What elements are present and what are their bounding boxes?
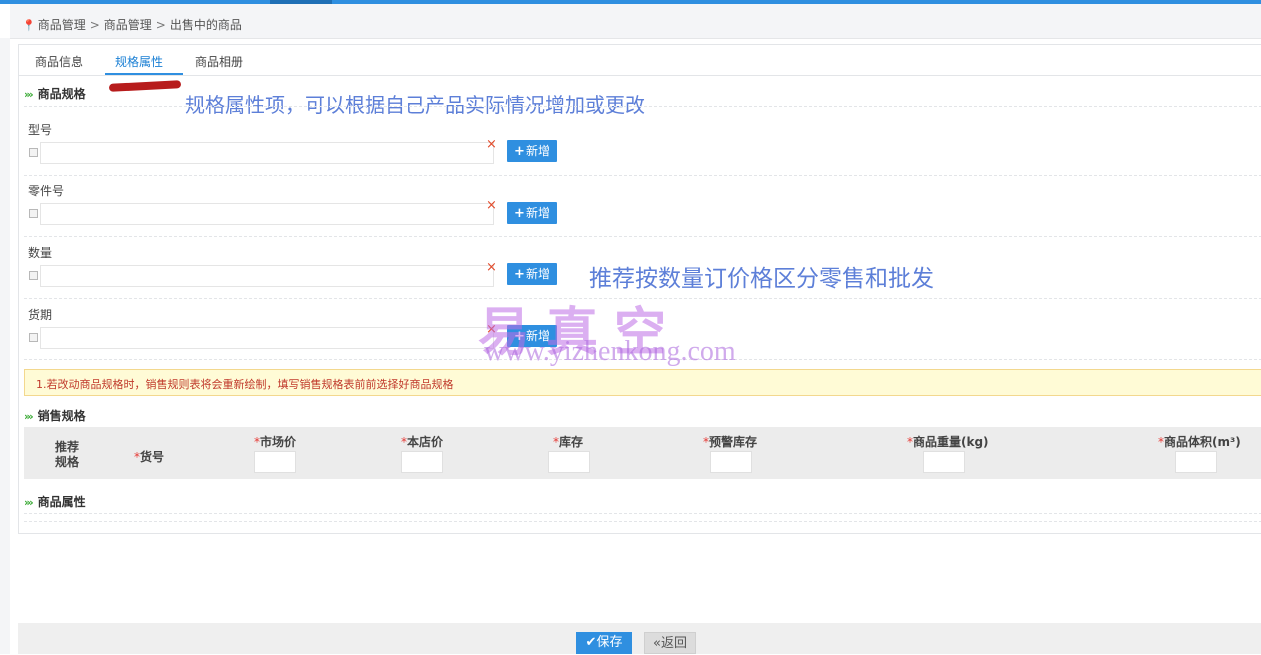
spec-label-quantity: 数量 xyxy=(28,246,53,260)
tab-bar: 商品信息 规格属性 商品相册 xyxy=(19,45,1261,76)
divider xyxy=(24,521,1261,522)
section-product-spec: ››› 商品规格 xyxy=(24,85,86,102)
section-title: 商品属性 xyxy=(37,495,86,509)
chevron-right-icon: ››› xyxy=(24,496,34,509)
chevron-right-icon: ››› xyxy=(24,88,34,101)
check-icon: ✔ xyxy=(585,635,597,650)
breadcrumb-item[interactable]: 商品管理 xyxy=(38,18,86,32)
delete-icon[interactable]: × xyxy=(486,199,497,212)
product-edit-panel: 商品信息 规格属性 商品相册 ››› 商品规格 规格属性项，可以根据自己产品实际情… xyxy=(18,44,1261,534)
spec-label-model: 型号 xyxy=(28,123,53,137)
column-header-stock: *库存 xyxy=(553,435,584,449)
breadcrumb-bar: 📍 商品管理 > 商品管理 > 出售中的商品 xyxy=(10,4,1261,39)
left-gutter xyxy=(0,38,10,654)
breadcrumb-item[interactable]: 商品管理 xyxy=(104,18,152,32)
divider xyxy=(24,175,1261,176)
spec-value-input[interactable] xyxy=(40,203,494,225)
weight-input[interactable] xyxy=(923,451,965,473)
section-title: 商品规格 xyxy=(37,87,86,101)
tab-spec-attributes[interactable]: 规格属性 xyxy=(115,53,163,70)
column-header-market-price: *市场价 xyxy=(254,435,297,449)
divider xyxy=(24,106,1261,107)
column-header-shop-price: *本店价 xyxy=(401,435,444,449)
spec-label-lead-time: 货期 xyxy=(28,308,53,322)
market-price-input[interactable] xyxy=(254,451,296,473)
divider xyxy=(24,236,1261,237)
warning-text: 1.若改动商品规格时，销售规则表将会重新绘制，填写销售规格表前前选择好商品规格 xyxy=(36,378,454,391)
tab-product-info[interactable]: 商品信息 xyxy=(35,53,83,70)
breadcrumb-current: 出售中的商品 xyxy=(169,18,242,32)
volume-input[interactable] xyxy=(1175,451,1217,473)
add-spec-button[interactable]: +新增 xyxy=(507,263,557,285)
breadcrumb-separator: > xyxy=(155,18,166,32)
section-title: 销售规格 xyxy=(37,409,86,423)
column-header-volume: *商品体积(m³) xyxy=(1158,435,1241,449)
divider xyxy=(24,513,1261,514)
tab-product-album[interactable]: 商品相册 xyxy=(195,53,243,70)
map-pin-icon: 📍 xyxy=(22,19,36,32)
add-spec-button[interactable]: +新增 xyxy=(507,202,557,224)
section-sales-spec: ››› 销售规格 xyxy=(24,407,86,424)
red-highlight-mark xyxy=(108,80,182,92)
spec-checkbox[interactable] xyxy=(29,209,38,218)
spec-checkbox[interactable] xyxy=(29,148,38,157)
save-button[interactable]: ✔保存 xyxy=(576,632,632,654)
annotation-spec-note: 规格属性项，可以根据自己产品实际情况增加或更改 xyxy=(185,93,645,117)
delete-icon[interactable]: × xyxy=(486,261,497,274)
spec-value-input[interactable] xyxy=(40,327,494,349)
column-header-sku: *货号 xyxy=(134,450,165,464)
column-header-weight: *商品重量(kg) xyxy=(907,435,989,449)
shop-price-input[interactable] xyxy=(401,451,443,473)
breadcrumb-separator: > xyxy=(89,18,100,32)
warning-box: 1.若改动商品规格时，销售规则表将会重新绘制，填写销售规格表前前选择好商品规格 xyxy=(24,369,1261,396)
active-tab-indicator xyxy=(105,73,183,75)
section-product-attributes: ››› 商品属性 xyxy=(24,493,86,510)
stock-warning-input[interactable] xyxy=(710,451,752,473)
column-header-recommended: 推荐 规格 xyxy=(54,440,79,469)
spec-label-part-number: 零件号 xyxy=(28,184,65,198)
spec-value-input[interactable] xyxy=(40,142,494,164)
spec-checkbox[interactable] xyxy=(29,333,38,342)
column-header-stock-warning: *预警库存 xyxy=(703,435,758,449)
sales-spec-table: 推荐 规格 *货号 *市场价 *本店价 *库存 *预警库存 *商品重量(kg) … xyxy=(24,427,1261,479)
delete-icon[interactable]: × xyxy=(486,138,497,151)
spec-checkbox[interactable] xyxy=(29,271,38,280)
breadcrumb: 📍 商品管理 > 商品管理 > 出售中的商品 xyxy=(22,16,242,33)
chevron-right-icon: ››› xyxy=(24,410,34,423)
add-spec-button[interactable]: +新增 xyxy=(507,140,557,162)
back-button[interactable]: «返回 xyxy=(644,632,696,654)
stock-input[interactable] xyxy=(548,451,590,473)
spec-value-input[interactable] xyxy=(40,265,494,287)
footer-bar: ✔保存 «返回 xyxy=(18,623,1261,654)
watermark-url: www.yizhenkong.com xyxy=(484,336,736,367)
annotation-pricing-note: 推荐按数量订价格区分零售和批发 xyxy=(589,266,934,292)
